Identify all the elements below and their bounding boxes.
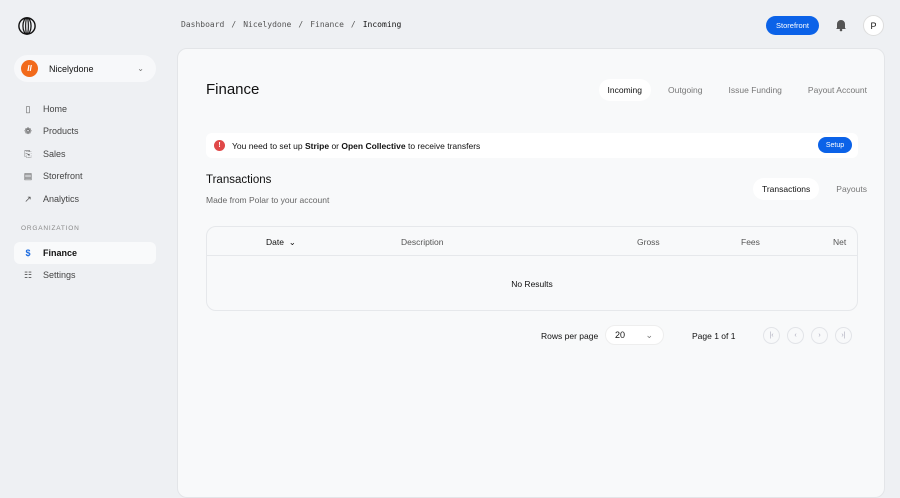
sliders-icon: ☷	[23, 269, 33, 280]
alert-text: You need to set up	[232, 140, 303, 151]
trend-icon: ↗	[24, 193, 32, 204]
sidebar-item-label: Finance	[43, 248, 78, 258]
sidebar-item-products[interactable]: ❁ Products	[14, 120, 156, 142]
sidebar-item-analytics[interactable]: ↗ Analytics	[14, 188, 156, 210]
org-switcher[interactable]: II Nicelydone ⌄	[14, 55, 156, 82]
separator: /	[350, 20, 356, 29]
tab-outgoing[interactable]: Outgoing	[659, 79, 712, 101]
sidebar-item-storefront[interactable]: ▤ Storefront	[14, 165, 156, 187]
stripe-text: Stripe	[304, 140, 330, 151]
dollar-icon: $	[25, 248, 31, 258]
storefront-button[interactable]: Storefront	[766, 16, 819, 35]
separator: /	[298, 20, 304, 29]
sidebar-item-sales[interactable]: ⎘ Sales	[14, 143, 156, 165]
separator: /	[231, 20, 237, 29]
sidebar-item-label: Products	[43, 126, 79, 136]
sidebar-item-home[interactable]: ▯ Home	[14, 98, 156, 120]
alert-text: to receive transfers	[408, 140, 481, 151]
column-label: Date	[266, 237, 284, 247]
column-gross: Gross	[637, 237, 660, 247]
transactions-table: Date ⌄ Description Gross Fees Net No Res…	[206, 226, 858, 311]
sidebar-item-label: Analytics	[43, 194, 80, 204]
rows-value: 20	[615, 330, 626, 340]
column-date[interactable]: Date ⌄	[266, 237, 296, 248]
column-net: Net	[833, 237, 847, 247]
polar-logo-icon[interactable]	[18, 17, 36, 35]
setup-button[interactable]: Setup	[818, 137, 852, 153]
tab-incoming[interactable]: Incoming	[598, 79, 652, 101]
sidebar-item-label: Sales	[43, 149, 66, 159]
breadcrumb-incoming: Incoming	[362, 20, 402, 29]
page-title: Finance	[206, 81, 260, 98]
org-name: Nicelydone	[49, 63, 94, 74]
divider	[207, 255, 857, 256]
empty-state: No Results	[511, 279, 553, 289]
breadcrumb-dashboard[interactable]: Dashboard	[181, 20, 224, 29]
last-page-button[interactable]: ›|	[835, 327, 852, 344]
main-panel: Finance Incoming Outgoing Issue Funding …	[177, 48, 885, 498]
tab-transactions[interactable]: Transactions	[752, 178, 820, 200]
section-subtitle: Made from Polar to your account	[206, 195, 330, 205]
prev-page-button[interactable]: ‹	[787, 327, 804, 344]
breadcrumb-finance[interactable]: Finance	[310, 20, 344, 29]
chevron-down-icon: ⌄	[137, 64, 144, 73]
next-page-button[interactable]: ›	[811, 327, 828, 344]
products-icon: ❁	[24, 125, 32, 136]
finance-tabs: Incoming Outgoing Issue Funding Payout A…	[598, 79, 884, 101]
chevron-down-icon: ⌄	[645, 329, 653, 340]
breadcrumb: Dashboard / Nicelydone / Finance / Incoming	[181, 20, 401, 29]
rows-per-page-label: Rows per page	[541, 331, 599, 341]
column-description: Description	[401, 237, 444, 247]
page-indicator: Page 1 of 1	[692, 331, 736, 341]
tab-payout-account[interactable]: Payout Account	[799, 79, 876, 101]
sidebar-item-settings[interactable]: ☷ Settings	[14, 264, 156, 286]
tab-issue-funding[interactable]: Issue Funding	[720, 79, 791, 101]
rows-per-page-select[interactable]: 20 ⌄	[605, 325, 664, 345]
setup-alert: ! You need to set up Stripe or Open Coll…	[206, 133, 858, 158]
first-page-button[interactable]: |‹	[763, 327, 780, 344]
avatar[interactable]: P	[863, 15, 884, 36]
column-fees: Fees	[741, 237, 760, 247]
tab-payouts[interactable]: Payouts	[827, 178, 876, 200]
home-icon: ▯	[25, 103, 31, 114]
section-title: Transactions	[206, 174, 272, 186]
org-avatar: II	[21, 60, 38, 77]
transaction-tabs: Transactions Payouts	[752, 178, 884, 200]
sidebar-item-label: Settings	[43, 270, 76, 280]
chevron-down-icon: ⌄	[288, 237, 296, 247]
alert-icon: !	[214, 140, 225, 151]
alert-text: or	[331, 140, 339, 151]
open-collective-text: Open Collective	[341, 140, 406, 151]
sidebar-item-label: Home	[43, 104, 68, 114]
sidebar-item-label: Storefront	[43, 171, 83, 181]
breadcrumb-org[interactable]: Nicelydone	[243, 20, 291, 29]
section-label: ORGANIZATION	[21, 225, 80, 232]
bag-icon: ⎘	[24, 148, 32, 159]
store-icon: ▤	[23, 170, 33, 181]
sidebar-item-finance[interactable]: $ Finance	[14, 242, 156, 264]
bell-icon[interactable]	[834, 18, 848, 32]
